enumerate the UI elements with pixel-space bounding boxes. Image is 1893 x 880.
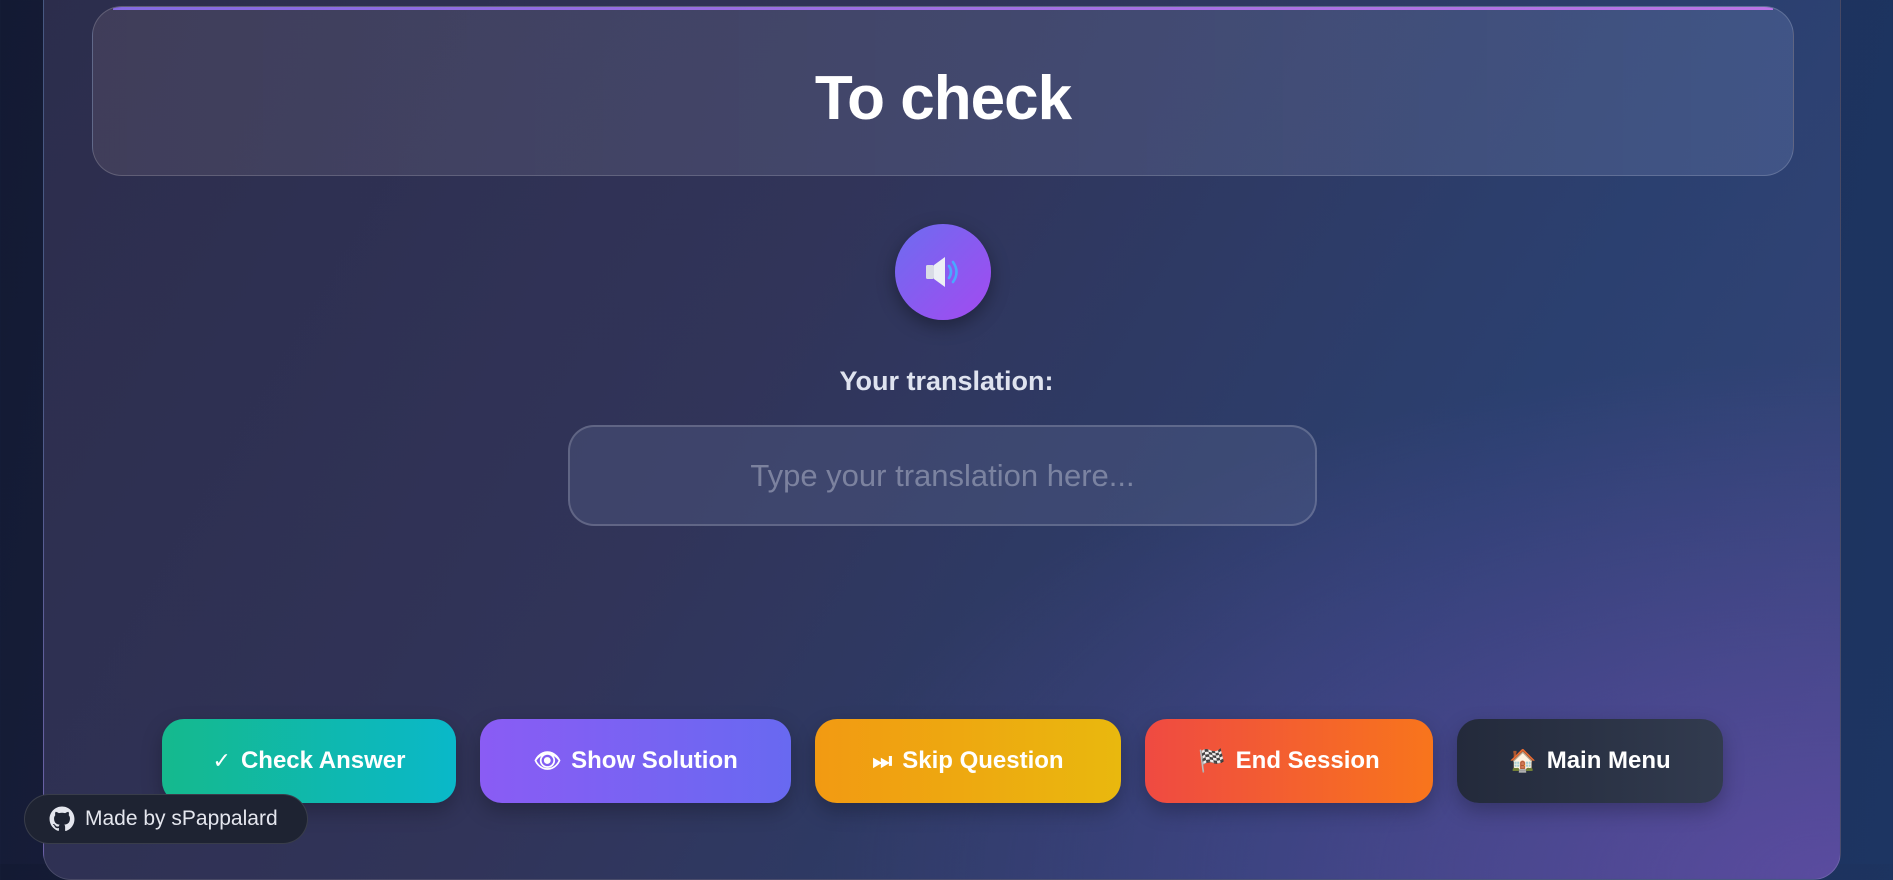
github-icon xyxy=(49,806,75,832)
main-menu-button[interactable]: 🏠 Main Menu xyxy=(1457,719,1723,803)
show-solution-label: Show Solution xyxy=(571,747,738,774)
speaker-icon xyxy=(926,257,958,287)
skip-icon: ⏭ xyxy=(872,748,893,773)
house-icon: 🏠 xyxy=(1509,748,1537,773)
checkmark-icon: ✓ xyxy=(212,748,231,773)
show-solution-button[interactable]: 👁 Show Solution xyxy=(480,719,791,803)
skip-question-button[interactable]: ⏭ Skip Question xyxy=(815,719,1121,803)
title-panel: To check xyxy=(92,6,1794,176)
translation-label: Your translation: xyxy=(839,366,1054,396)
page-title: To check xyxy=(814,64,1072,133)
check-answer-button[interactable]: ✓ Check Answer xyxy=(162,719,456,803)
eye-icon: 👁 xyxy=(533,748,562,773)
skip-question-label: Skip Question xyxy=(902,747,1064,774)
made-by-badge[interactable]: Made by sPappalard xyxy=(24,794,308,844)
checkered-flag-icon: 🏁 xyxy=(1198,748,1226,773)
check-answer-label: Check Answer xyxy=(240,747,406,774)
play-audio-button[interactable] xyxy=(895,224,991,320)
main-menu-label: Main Menu xyxy=(1546,747,1671,774)
end-session-label: End Session xyxy=(1235,747,1380,774)
translation-input[interactable] xyxy=(568,425,1317,526)
made-by-text: Made by sPappalard xyxy=(85,807,278,830)
end-session-button[interactable]: 🏁 End Session xyxy=(1145,719,1433,803)
